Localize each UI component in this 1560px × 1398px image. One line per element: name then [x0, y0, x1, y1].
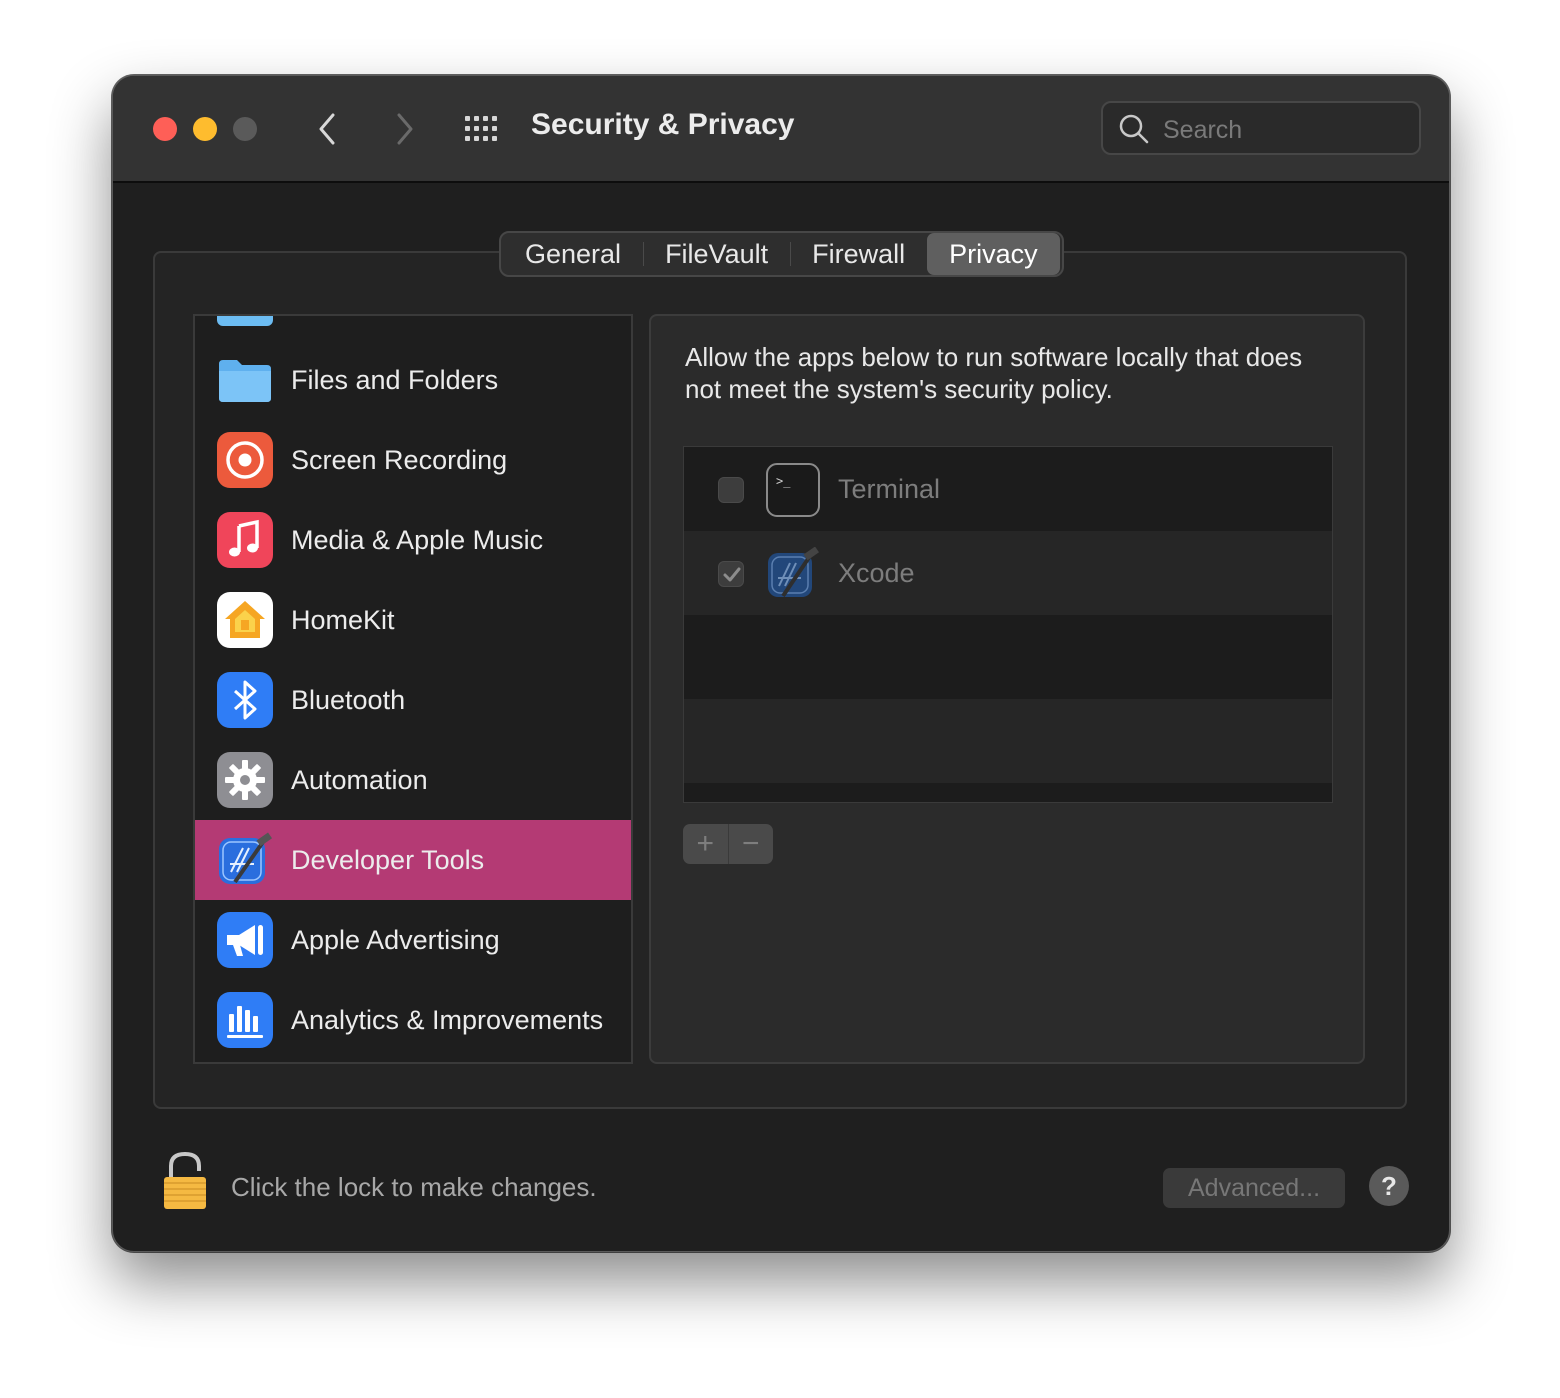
- chevron-left-icon: [319, 113, 335, 145]
- app-row-xcode[interactable]: Xcode: [684, 531, 1332, 615]
- svg-text:>_: >_: [776, 474, 791, 488]
- tab-firewall[interactable]: Firewall: [790, 233, 927, 275]
- developer-tools-icon: [217, 832, 273, 888]
- sidebar-item-label: Screen Recording: [291, 445, 508, 475]
- zoom-button[interactable]: [233, 117, 257, 141]
- remove-button[interactable]: −: [727, 824, 774, 864]
- empty-row: [684, 615, 1332, 699]
- megaphone-icon: [217, 912, 273, 968]
- lock-status-text: Click the lock to make changes.: [231, 1172, 597, 1202]
- show-all-grid-icon[interactable]: [463, 112, 503, 146]
- sidebar-item-screen-recording[interactable]: Screen Recording: [195, 420, 631, 500]
- tab-general[interactable]: General: [503, 233, 643, 275]
- app-list[interactable]: >_ Terminal Xcode: [683, 446, 1333, 803]
- sidebar-item-label: Media & Apple Music: [291, 525, 544, 555]
- tab-bar: General FileVault Firewall Privacy: [499, 231, 1064, 277]
- xcode-checkbox[interactable]: [718, 561, 744, 587]
- sidebar-item-developer-tools[interactable]: Developer Tools: [195, 820, 631, 900]
- search-icon: [1119, 114, 1149, 144]
- help-button[interactable]: ?: [1369, 1166, 1409, 1206]
- bar-chart-icon: [217, 992, 273, 1048]
- sidebar-item-label: Bluetooth: [291, 685, 406, 715]
- empty-row: [684, 699, 1332, 783]
- screen-recording-icon: [217, 432, 273, 488]
- sidebar-item-label: HomeKit: [291, 605, 395, 635]
- title-bar: Security & Privacy: [113, 76, 1449, 183]
- sidebar-item-apple-advertising[interactable]: Apple Advertising: [195, 900, 631, 980]
- sidebar-item-automation[interactable]: Automation: [195, 740, 631, 820]
- search-input[interactable]: [1161, 111, 1405, 149]
- advanced-button[interactable]: Advanced...: [1163, 1168, 1345, 1208]
- sidebar-item-label: Automation: [291, 765, 428, 795]
- sidebar-item-analytics-improvements[interactable]: Analytics & Improvements: [195, 980, 631, 1060]
- gear-icon: [217, 752, 273, 808]
- xcode-icon: [766, 547, 820, 601]
- app-name: Xcode: [838, 558, 915, 588]
- checkmark-icon: [723, 567, 741, 582]
- sidebar-item-bluetooth[interactable]: Bluetooth: [195, 660, 631, 740]
- window-title: Security & Privacy: [531, 108, 795, 141]
- sidebar-item-label: Analytics & Improvements: [291, 1005, 604, 1035]
- tab-filevault[interactable]: FileVault: [643, 233, 790, 275]
- add-button[interactable]: +: [683, 824, 728, 864]
- developer-tools-detail: Allow the apps below to run software loc…: [649, 314, 1365, 1064]
- app-row-terminal[interactable]: >_ Terminal: [684, 447, 1332, 531]
- add-remove-control: + −: [683, 824, 773, 864]
- folder-icon: [217, 352, 273, 408]
- lock-button[interactable]: [161, 1151, 211, 1211]
- close-button[interactable]: [153, 117, 177, 141]
- privacy-category-list[interactable]: Files and Folders Screen Recording Media…: [193, 314, 633, 1064]
- sidebar-item-media-apple-music[interactable]: Media & Apple Music: [195, 500, 631, 580]
- partial-list-item-icon: [217, 316, 273, 326]
- music-note-icon: [217, 512, 273, 568]
- sidebar-item-label: Files and Folders: [291, 365, 499, 395]
- terminal-checkbox[interactable]: [718, 477, 744, 503]
- forward-button[interactable]: [383, 109, 423, 149]
- back-button[interactable]: [309, 109, 349, 149]
- preferences-window: Security & Privacy General FileVault Fir…: [112, 75, 1450, 1252]
- search-field[interactable]: [1101, 101, 1421, 155]
- description-text: Allow the apps below to run software loc…: [685, 342, 1303, 404]
- terminal-icon: >_: [766, 463, 820, 517]
- sidebar-item-label: Developer Tools: [291, 845, 485, 875]
- minimize-button[interactable]: [193, 117, 217, 141]
- sidebar-item-label: Apple Advertising: [291, 925, 500, 955]
- bluetooth-icon: [217, 672, 273, 728]
- sidebar-item-homekit[interactable]: HomeKit: [195, 580, 631, 660]
- unlocked-lock-icon: [164, 1151, 206, 1209]
- chevron-right-icon: [397, 113, 413, 145]
- homekit-icon: [217, 592, 273, 648]
- sidebar-item-files-and-folders[interactable]: Files and Folders: [195, 340, 631, 420]
- tab-privacy[interactable]: Privacy: [927, 233, 1060, 275]
- app-name: Terminal: [838, 474, 941, 504]
